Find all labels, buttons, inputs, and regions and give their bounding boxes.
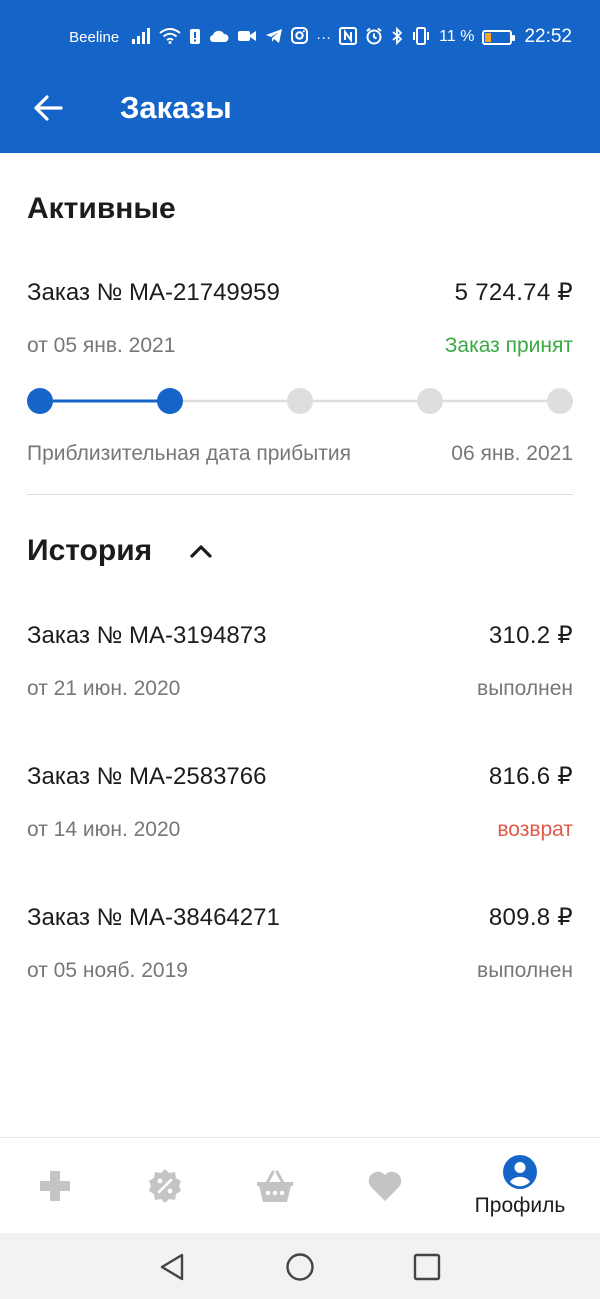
cloud-icon bbox=[209, 29, 229, 46]
nav-item-discounts[interactable] bbox=[125, 1138, 205, 1234]
history-order-meta: от 14 июн. 2020 возврат bbox=[27, 818, 573, 842]
battery-icon bbox=[482, 29, 516, 45]
order-date: от 21 июн. 2020 bbox=[27, 677, 181, 700]
profile-icon bbox=[503, 1155, 537, 1189]
history-order-row[interactable]: Заказ № МА-3194873 310.2 ₽ bbox=[27, 621, 573, 650]
order-number: Заказ № МА-21749959 bbox=[27, 278, 280, 306]
signal-icon bbox=[131, 27, 151, 47]
battery-percent: 11 % bbox=[439, 28, 475, 45]
progress-step-done bbox=[27, 388, 53, 414]
pharmacy-cross-icon bbox=[40, 1171, 70, 1201]
nav-item-catalog[interactable] bbox=[15, 1138, 95, 1234]
nav-item-cart[interactable] bbox=[235, 1138, 315, 1234]
order-date: от 05 янв. 2021 bbox=[27, 334, 176, 357]
order-price: 809.8 ₽ bbox=[488, 904, 573, 931]
basket-icon bbox=[257, 1170, 293, 1202]
carrier-name: Beeline bbox=[69, 28, 120, 46]
recents-square-icon[interactable] bbox=[413, 1253, 441, 1281]
order-progress-tracker bbox=[27, 388, 573, 414]
active-order-meta: от 05 янв. 2021 Заказ принят bbox=[27, 334, 573, 358]
history-order-row[interactable]: Заказ № МА-38464271 809.8 ₽ bbox=[27, 903, 573, 932]
alarm-icon bbox=[365, 27, 383, 48]
back-triangle-icon[interactable] bbox=[158, 1252, 186, 1282]
app-bar: Заказы bbox=[0, 70, 600, 146]
alert-icon bbox=[189, 27, 201, 48]
order-price: 5 724.74 ₽ bbox=[454, 279, 573, 306]
order-number: Заказ № МА-3194873 bbox=[27, 621, 267, 649]
status-bar: Beeline ··· 11 % 22:52 bbox=[0, 22, 600, 52]
bottom-navigation: Профиль bbox=[0, 1137, 600, 1233]
arrival-row: Приблизительная дата прибытия 06 янв. 20… bbox=[27, 442, 573, 466]
order-status: выполнен bbox=[477, 959, 573, 982]
nav-label-profile: Профиль bbox=[474, 1194, 566, 1217]
chevron-up-icon[interactable] bbox=[190, 543, 212, 559]
history-order-row[interactable]: Заказ № МА-2583766 816.6 ₽ bbox=[27, 762, 573, 791]
order-status: Заказ принят bbox=[444, 334, 573, 357]
wifi-icon bbox=[159, 27, 181, 47]
section-divider bbox=[27, 494, 573, 495]
top-app-bar: Beeline ··· 11 % 22:52 Заказы bbox=[0, 0, 600, 153]
system-navigation-bar bbox=[0, 1233, 600, 1299]
home-circle-icon[interactable] bbox=[285, 1252, 315, 1282]
order-date: от 14 июн. 2020 bbox=[27, 818, 181, 841]
history-order-meta: от 21 июн. 2020 выполнен bbox=[27, 677, 573, 701]
progress-step-done bbox=[157, 388, 183, 414]
telegram-icon bbox=[265, 28, 283, 47]
order-status: возврат bbox=[497, 818, 573, 841]
order-date: от 05 нояб. 2019 bbox=[27, 959, 188, 982]
progress-step-pending bbox=[417, 388, 443, 414]
nav-item-favorites[interactable] bbox=[345, 1138, 425, 1234]
clock: 22:52 bbox=[524, 26, 572, 47]
order-number: Заказ № МА-38464271 bbox=[27, 903, 280, 931]
page-title: Заказы bbox=[120, 90, 232, 125]
active-section-title: Активные bbox=[27, 192, 176, 225]
order-number: Заказ № МА-2583766 bbox=[27, 762, 267, 790]
back-button[interactable] bbox=[24, 84, 72, 132]
order-price: 310.2 ₽ bbox=[488, 622, 573, 649]
history-section-title: История bbox=[27, 534, 153, 567]
vibrate-icon bbox=[411, 26, 431, 48]
arrival-label: Приблизительная дата прибытия bbox=[27, 442, 351, 465]
video-camera-icon bbox=[237, 29, 257, 46]
bluetooth-icon bbox=[391, 26, 403, 48]
active-order-row[interactable]: Заказ № МА-21749959 5 724.74 ₽ bbox=[27, 278, 573, 307]
discount-badge-icon bbox=[149, 1169, 181, 1203]
history-order-meta: от 05 нояб. 2019 выполнен bbox=[27, 959, 573, 983]
progress-step-pending bbox=[287, 388, 313, 414]
progress-step-pending bbox=[547, 388, 573, 414]
nav-item-profile[interactable]: Профиль bbox=[460, 1138, 580, 1234]
order-price: 816.6 ₽ bbox=[488, 763, 573, 790]
heart-icon bbox=[368, 1171, 402, 1201]
history-header[interactable]: История bbox=[27, 534, 212, 568]
arrow-left-icon bbox=[34, 95, 63, 121]
more-notifications-icon: ··· bbox=[316, 28, 332, 46]
instagram-icon bbox=[291, 27, 309, 47]
nfc-icon bbox=[339, 26, 358, 48]
order-status: выполнен bbox=[477, 677, 573, 700]
arrival-date: 06 янв. 2021 bbox=[451, 442, 573, 465]
